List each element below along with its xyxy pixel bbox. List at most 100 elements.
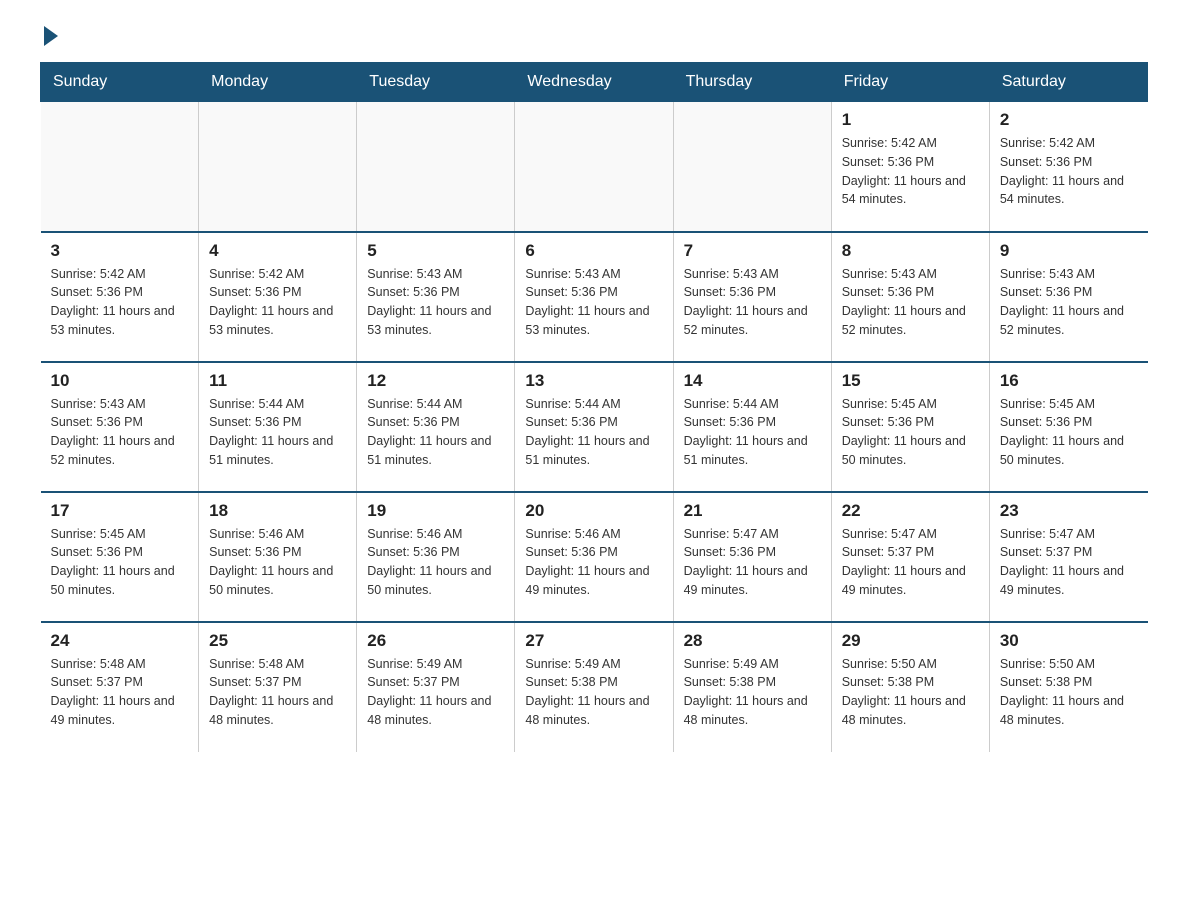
day-number: 1 (842, 110, 979, 130)
day-number: 25 (209, 631, 346, 651)
calendar-cell-w1-d2: 5 Sunrise: 5:43 AM Sunset: 5:36 PM Daylig… (357, 232, 515, 362)
calendar-week-3: 17 Sunrise: 5:45 AM Sunset: 5:36 PM Dayli… (41, 492, 1148, 622)
calendar-cell-w4-d6: 30 Sunrise: 5:50 AM Sunset: 5:38 PM Dayli… (989, 622, 1147, 752)
calendar-cell-w1-d5: 8 Sunrise: 5:43 AM Sunset: 5:36 PM Daylig… (831, 232, 989, 362)
day-info: Sunrise: 5:49 AM Sunset: 5:37 PM Dayligh… (367, 655, 504, 730)
day-number: 27 (525, 631, 662, 651)
calendar-week-2: 10 Sunrise: 5:43 AM Sunset: 5:36 PM Dayli… (41, 362, 1148, 492)
calendar-cell-w3-d1: 18 Sunrise: 5:46 AM Sunset: 5:36 PM Dayli… (199, 492, 357, 622)
header (40, 30, 1148, 46)
day-info: Sunrise: 5:42 AM Sunset: 5:36 PM Dayligh… (209, 265, 346, 340)
day-info: Sunrise: 5:47 AM Sunset: 5:37 PM Dayligh… (1000, 525, 1138, 600)
header-friday: Friday (831, 63, 989, 102)
header-wednesday: Wednesday (515, 63, 673, 102)
calendar-table: SundayMondayTuesdayWednesdayThursdayFrid… (40, 62, 1148, 752)
day-number: 13 (525, 371, 662, 391)
day-number: 30 (1000, 631, 1138, 651)
logo-triangle-icon (44, 26, 58, 46)
day-info: Sunrise: 5:43 AM Sunset: 5:36 PM Dayligh… (51, 395, 189, 470)
logo (40, 30, 58, 46)
day-info: Sunrise: 5:43 AM Sunset: 5:36 PM Dayligh… (1000, 265, 1138, 340)
header-thursday: Thursday (673, 63, 831, 102)
day-info: Sunrise: 5:50 AM Sunset: 5:38 PM Dayligh… (842, 655, 979, 730)
calendar-cell-w1-d4: 7 Sunrise: 5:43 AM Sunset: 5:36 PM Daylig… (673, 232, 831, 362)
day-info: Sunrise: 5:46 AM Sunset: 5:36 PM Dayligh… (209, 525, 346, 600)
header-sunday: Sunday (41, 63, 199, 102)
calendar-cell-w0-d5: 1 Sunrise: 5:42 AM Sunset: 5:36 PM Daylig… (831, 102, 989, 232)
day-info: Sunrise: 5:44 AM Sunset: 5:36 PM Dayligh… (367, 395, 504, 470)
calendar-week-1: 3 Sunrise: 5:42 AM Sunset: 5:36 PM Daylig… (41, 232, 1148, 362)
day-number: 29 (842, 631, 979, 651)
day-info: Sunrise: 5:43 AM Sunset: 5:36 PM Dayligh… (684, 265, 821, 340)
day-info: Sunrise: 5:42 AM Sunset: 5:36 PM Dayligh… (51, 265, 189, 340)
calendar-cell-w3-d4: 21 Sunrise: 5:47 AM Sunset: 5:36 PM Dayli… (673, 492, 831, 622)
day-info: Sunrise: 5:48 AM Sunset: 5:37 PM Dayligh… (209, 655, 346, 730)
day-info: Sunrise: 5:42 AM Sunset: 5:36 PM Dayligh… (842, 134, 979, 209)
day-info: Sunrise: 5:46 AM Sunset: 5:36 PM Dayligh… (367, 525, 504, 600)
day-info: Sunrise: 5:45 AM Sunset: 5:36 PM Dayligh… (51, 525, 189, 600)
day-number: 19 (367, 501, 504, 521)
header-monday: Monday (199, 63, 357, 102)
calendar-header-row: SundayMondayTuesdayWednesdayThursdayFrid… (41, 63, 1148, 102)
day-info: Sunrise: 5:46 AM Sunset: 5:36 PM Dayligh… (525, 525, 662, 600)
day-number: 3 (51, 241, 189, 261)
day-info: Sunrise: 5:47 AM Sunset: 5:36 PM Dayligh… (684, 525, 821, 600)
header-saturday: Saturday (989, 63, 1147, 102)
day-number: 14 (684, 371, 821, 391)
day-info: Sunrise: 5:50 AM Sunset: 5:38 PM Dayligh… (1000, 655, 1138, 730)
day-info: Sunrise: 5:44 AM Sunset: 5:36 PM Dayligh… (684, 395, 821, 470)
day-number: 8 (842, 241, 979, 261)
day-info: Sunrise: 5:43 AM Sunset: 5:36 PM Dayligh… (525, 265, 662, 340)
day-number: 11 (209, 371, 346, 391)
day-number: 4 (209, 241, 346, 261)
calendar-cell-w3-d3: 20Sunrise: 5:46 AM Sunset: 5:36 PM Dayli… (515, 492, 673, 622)
calendar-cell-w0-d2 (357, 102, 515, 232)
calendar-cell-w4-d0: 24 Sunrise: 5:48 AM Sunset: 5:37 PM Dayli… (41, 622, 199, 752)
calendar-cell-w1-d0: 3 Sunrise: 5:42 AM Sunset: 5:36 PM Daylig… (41, 232, 199, 362)
calendar-week-0: 1 Sunrise: 5:42 AM Sunset: 5:36 PM Daylig… (41, 102, 1148, 232)
day-info: Sunrise: 5:43 AM Sunset: 5:36 PM Dayligh… (842, 265, 979, 340)
day-number: 15 (842, 371, 979, 391)
day-number: 16 (1000, 371, 1138, 391)
day-number: 7 (684, 241, 821, 261)
calendar-cell-w1-d3: 6 Sunrise: 5:43 AM Sunset: 5:36 PM Daylig… (515, 232, 673, 362)
calendar-week-4: 24 Sunrise: 5:48 AM Sunset: 5:37 PM Dayli… (41, 622, 1148, 752)
day-number: 28 (684, 631, 821, 651)
calendar-cell-w4-d4: 28 Sunrise: 5:49 AM Sunset: 5:38 PM Dayli… (673, 622, 831, 752)
day-number: 24 (51, 631, 189, 651)
calendar-cell-w0-d6: 2Sunrise: 5:42 AM Sunset: 5:36 PM Daylig… (989, 102, 1147, 232)
day-number: 26 (367, 631, 504, 651)
calendar-cell-w2-d3: 13 Sunrise: 5:44 AM Sunset: 5:36 PM Dayli… (515, 362, 673, 492)
calendar-cell-w4-d3: 27 Sunrise: 5:49 AM Sunset: 5:38 PM Dayli… (515, 622, 673, 752)
day-number: 10 (51, 371, 189, 391)
calendar-cell-w1-d1: 4 Sunrise: 5:42 AM Sunset: 5:36 PM Daylig… (199, 232, 357, 362)
calendar-cell-w2-d5: 15Sunrise: 5:45 AM Sunset: 5:36 PM Dayli… (831, 362, 989, 492)
calendar-cell-w3-d0: 17 Sunrise: 5:45 AM Sunset: 5:36 PM Dayli… (41, 492, 199, 622)
day-info: Sunrise: 5:47 AM Sunset: 5:37 PM Dayligh… (842, 525, 979, 600)
calendar-cell-w0-d0 (41, 102, 199, 232)
day-info: Sunrise: 5:45 AM Sunset: 5:36 PM Dayligh… (1000, 395, 1138, 470)
calendar-cell-w4-d1: 25 Sunrise: 5:48 AM Sunset: 5:37 PM Dayli… (199, 622, 357, 752)
calendar-cell-w2-d1: 11Sunrise: 5:44 AM Sunset: 5:36 PM Dayli… (199, 362, 357, 492)
calendar-cell-w4-d5: 29 Sunrise: 5:50 AM Sunset: 5:38 PM Dayli… (831, 622, 989, 752)
calendar-cell-w4-d2: 26 Sunrise: 5:49 AM Sunset: 5:37 PM Dayli… (357, 622, 515, 752)
day-info: Sunrise: 5:44 AM Sunset: 5:36 PM Dayligh… (525, 395, 662, 470)
calendar-cell-w3-d5: 22Sunrise: 5:47 AM Sunset: 5:37 PM Dayli… (831, 492, 989, 622)
calendar-cell-w0-d3 (515, 102, 673, 232)
day-number: 9 (1000, 241, 1138, 261)
day-number: 21 (684, 501, 821, 521)
day-info: Sunrise: 5:43 AM Sunset: 5:36 PM Dayligh… (367, 265, 504, 340)
day-number: 6 (525, 241, 662, 261)
day-info: Sunrise: 5:49 AM Sunset: 5:38 PM Dayligh… (684, 655, 821, 730)
calendar-cell-w2-d6: 16 Sunrise: 5:45 AM Sunset: 5:36 PM Dayli… (989, 362, 1147, 492)
day-number: 12 (367, 371, 504, 391)
calendar-cell-w3-d6: 23Sunrise: 5:47 AM Sunset: 5:37 PM Dayli… (989, 492, 1147, 622)
day-number: 17 (51, 501, 189, 521)
day-number: 5 (367, 241, 504, 261)
calendar-cell-w1-d6: 9 Sunrise: 5:43 AM Sunset: 5:36 PM Daylig… (989, 232, 1147, 362)
calendar-cell-w0-d4 (673, 102, 831, 232)
day-info: Sunrise: 5:48 AM Sunset: 5:37 PM Dayligh… (51, 655, 189, 730)
day-number: 2 (1000, 110, 1138, 130)
day-info: Sunrise: 5:49 AM Sunset: 5:38 PM Dayligh… (525, 655, 662, 730)
day-number: 18 (209, 501, 346, 521)
